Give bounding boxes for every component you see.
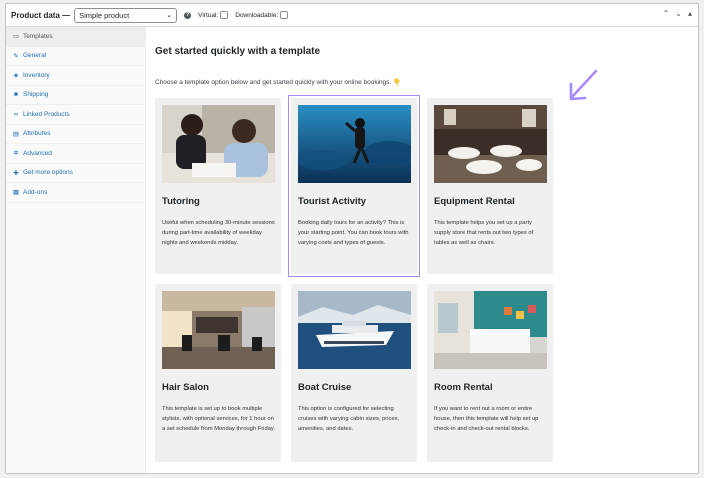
template-title: Equipment Rental — [434, 196, 515, 207]
template-image-tutoring — [162, 105, 275, 183]
sidebar-item-label: General — [23, 52, 47, 60]
collapse-icon[interactable]: ▴ — [688, 9, 692, 18]
sidebar-item-label: Add-ons — [23, 188, 48, 196]
template-image-room-rental — [434, 291, 547, 369]
product-data-title: Product data — — [11, 10, 71, 20]
move-down-icon[interactable]: ⌄ — [675, 9, 682, 18]
sidebar-item-get-more-options[interactable]: ✚ Get more options — [6, 164, 145, 183]
template-description: This template is set up to book multiple… — [162, 406, 275, 432]
template-icon: ▭ — [12, 33, 20, 41]
template-title: Room Rental — [434, 382, 493, 393]
downloadable-checkbox[interactable] — [280, 11, 289, 19]
template-title: Boat Cruise — [298, 382, 352, 393]
sidebar-item-attributes[interactable]: ▤ Attributes — [6, 125, 145, 144]
sidebar-item-inventory[interactable]: ◈ Inventory — [6, 66, 145, 86]
chevron-down-icon: ⌄ — [166, 12, 173, 19]
product-data-header: Product data — Simple product ⌄ ? Virtua… — [6, 4, 698, 27]
move-up-icon[interactable]: ⌃ — [663, 9, 670, 18]
product-data-tabs: ▭ Templates ✎ General ◈ Inventory ■ Ship… — [6, 27, 146, 473]
sidebar-item-label: Shipping — [23, 91, 49, 99]
template-image-tourist-activity — [298, 105, 411, 183]
product-data-panel: Product data — Simple product ⌄ ? Virtua… — [5, 3, 699, 474]
template-description: This template helps you set up a party s… — [434, 220, 534, 246]
table-icon: ▤ — [12, 130, 20, 138]
template-description: Useful when scheduling 30-minute session… — [162, 220, 275, 246]
link-icon: ∞ — [13, 110, 19, 118]
template-image-equipment-rental — [434, 105, 547, 183]
template-card-equipment-rental[interactable]: Equipment Rental This template helps you… — [427, 98, 553, 274]
template-card-tourist-activity[interactable]: Tourist Activity Booking daily tours for… — [288, 95, 420, 277]
sidebar-item-label: Advanced — [23, 149, 52, 157]
template-image-hair-salon — [162, 291, 275, 369]
templates-panel: Get started quickly with a template Choo… — [146, 27, 698, 473]
sidebar-item-linked-products[interactable]: ∞ Linked Products — [6, 105, 145, 125]
template-description: This option is configured for selecting … — [298, 406, 400, 432]
plugin-icon: ✚ — [13, 169, 19, 177]
gear-icon: ✲ — [13, 150, 19, 158]
sidebar-item-shipping[interactable]: ■ Shipping — [6, 86, 145, 105]
downloadable-label: Downloadable: — [235, 11, 279, 19]
sidebar-item-label: Linked Products — [23, 110, 70, 118]
template-title: Tourist Activity — [298, 196, 367, 207]
sidebar-item-label: Get more options — [23, 169, 73, 177]
sidebar-item-templates[interactable]: ▭ Templates — [6, 27, 145, 47]
template-title: Tutoring — [162, 196, 200, 207]
wrench-icon: ✎ — [13, 52, 19, 60]
downloadable-option: Downloadable: — [235, 11, 289, 19]
inventory-icon: ◈ — [13, 72, 19, 80]
product-type-select[interactable]: Simple product ⌄ — [74, 7, 178, 23]
page-title: Get started quickly with a template — [155, 46, 321, 57]
sidebar-item-label: Attributes — [23, 130, 51, 138]
truck-icon: ■ — [14, 91, 18, 99]
virtual-label: Virtual: — [198, 11, 219, 19]
template-description: If you want to rent out a room or entire… — [434, 406, 539, 432]
intro-text: Choose a template option below and get s… — [155, 79, 402, 86]
panel-controls: ⌃ ⌄ ▴ — [663, 9, 692, 18]
template-description: Booking daily tours for an activity? Thi… — [298, 220, 409, 246]
template-image-boat-cruise — [298, 291, 411, 369]
template-card-boat-cruise[interactable]: Boat Cruise This option is configured fo… — [291, 284, 417, 462]
product-type-value: Simple product — [79, 10, 130, 20]
sidebar-item-label: Templates — [23, 32, 53, 40]
sidebar-item-label: Inventory — [23, 71, 50, 79]
sidebar-item-add-ons[interactable]: ▦ Add-ons — [6, 183, 145, 203]
template-card-room-rental[interactable]: Room Rental If you want to rent out a ro… — [427, 284, 553, 462]
template-title: Hair Salon — [162, 382, 209, 393]
help-icon[interactable]: ? — [184, 11, 192, 19]
sidebar-item-advanced[interactable]: ✲ Advanced — [6, 144, 145, 164]
virtual-option: Virtual: — [198, 11, 229, 19]
sidebar-item-general[interactable]: ✎ General — [6, 47, 145, 66]
virtual-checkbox[interactable] — [220, 11, 229, 19]
pointer-arrow-icon — [569, 69, 598, 101]
template-card-hair-salon[interactable]: Hair Salon This template is set up to bo… — [155, 284, 281, 462]
addons-icon: ▦ — [12, 189, 20, 197]
template-card-tutoring[interactable]: Tutoring Useful when scheduling 30-minut… — [155, 98, 281, 274]
